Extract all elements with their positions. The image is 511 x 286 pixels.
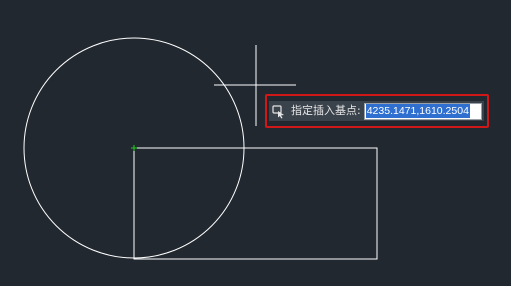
coordinate-input[interactable]: 4235.1471,1610.2504 (363, 102, 482, 120)
insert-basepoint-icon (271, 103, 287, 119)
basepoint-marker (131, 145, 137, 151)
dynamic-input-tooltip: 指定插入基点: 4235.1471,1610.2504 (269, 101, 484, 121)
prompt-label: 指定插入基点: (291, 104, 361, 117)
coordinate-value[interactable]: 4235.1471,1610.2504 (365, 104, 470, 118)
drawing-canvas[interactable]: 指定插入基点: 4235.1471,1610.2504 (0, 0, 511, 286)
rectangle-entity[interactable] (133, 147, 378, 260)
drawing-area[interactable] (0, 0, 511, 286)
